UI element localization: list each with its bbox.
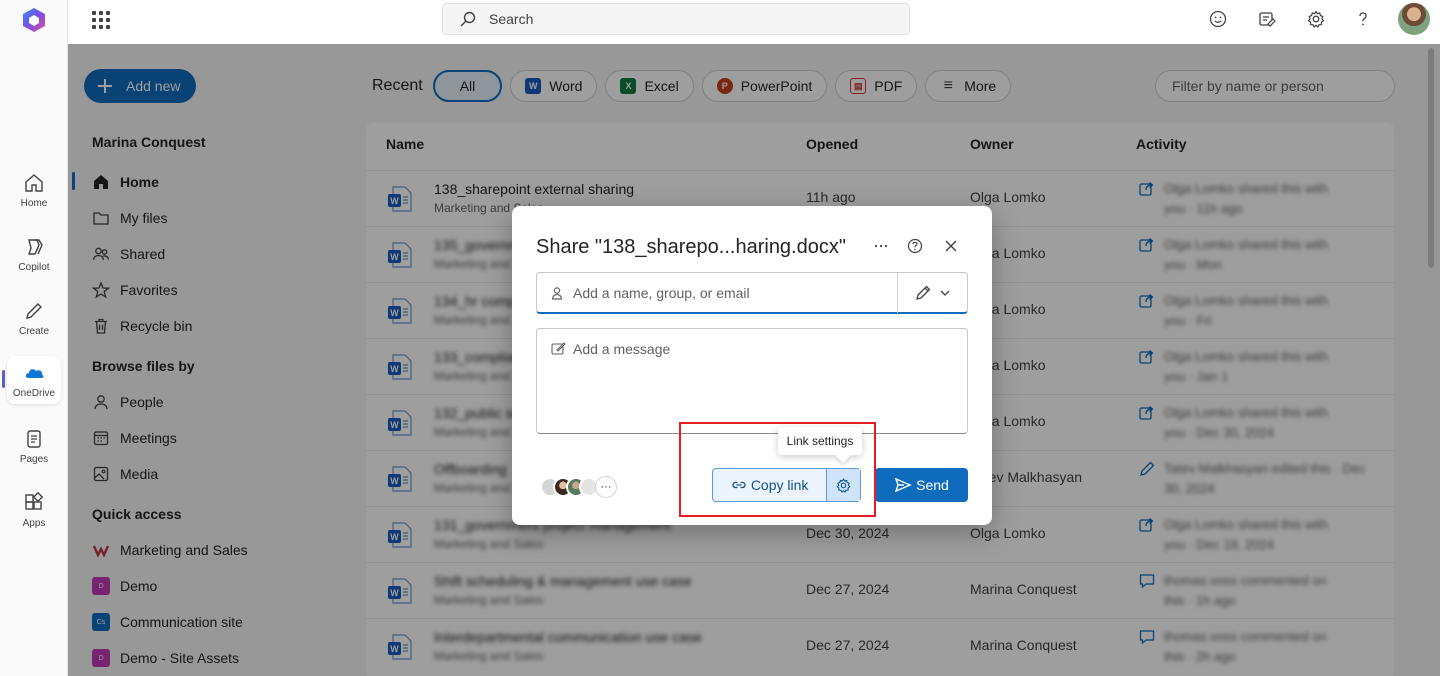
recipient-placeholder: Add a name, group, or email	[573, 284, 750, 301]
home-icon	[25, 174, 43, 192]
link-settings-tooltip: Link settings	[778, 427, 862, 455]
more-people-button[interactable]: ···	[595, 476, 617, 498]
rail-home-label: Home	[20, 198, 48, 209]
rail-create[interactable]: Create	[6, 294, 62, 346]
global-search-input[interactable]: Search	[442, 3, 910, 35]
chevron-down-icon	[940, 290, 949, 296]
settings-gear-icon[interactable]	[1306, 9, 1326, 29]
pencil-edit-icon	[915, 285, 930, 300]
rail-onedrive-label: OneDrive	[12, 388, 56, 399]
app-rail: Home Copilot Create OneDrive Pages Apps	[0, 0, 68, 676]
m365-logo-icon[interactable]	[21, 7, 47, 33]
message-placeholder: Add a message	[573, 341, 671, 357]
pages-icon	[27, 430, 41, 448]
rail-create-label: Create	[18, 326, 49, 337]
copilot-icon	[28, 239, 43, 255]
tooltip-text: Link settings	[786, 434, 854, 448]
top-bar: Search	[68, 0, 1440, 44]
rail-copilot-label: Copilot	[18, 262, 50, 273]
pen-icon	[26, 303, 42, 319]
user-avatar[interactable]	[1398, 3, 1430, 35]
rail-home[interactable]: Home	[6, 166, 62, 218]
send-icon	[894, 477, 912, 493]
help-circle-icon[interactable]	[906, 237, 924, 255]
help-icon[interactable]	[1353, 9, 1373, 29]
rail-onedrive[interactable]: OneDrive	[7, 356, 61, 404]
onedrive-icon	[25, 369, 44, 378]
permission-dropdown[interactable]	[897, 273, 967, 313]
whats-new-icon[interactable]	[1257, 9, 1277, 29]
app-launcher-icon[interactable]	[92, 11, 110, 29]
message-textarea[interactable]: Add a message	[536, 328, 968, 434]
more-options-icon[interactable]	[872, 237, 890, 255]
rail-pages[interactable]: Pages	[6, 422, 62, 474]
share-dialog-title: Share "138_sharepo...haring.docx"	[536, 236, 846, 258]
rail-copilot[interactable]: Copilot	[6, 230, 62, 282]
search-icon	[460, 11, 476, 27]
message-edit-icon	[551, 342, 566, 355]
search-placeholder: Search	[489, 11, 534, 27]
feedback-smiley-icon[interactable]	[1208, 9, 1228, 29]
rail-apps[interactable]: Apps	[6, 486, 62, 538]
send-button[interactable]: Send	[875, 468, 968, 502]
apps-icon	[25, 492, 44, 510]
person-icon	[551, 286, 563, 300]
rail-apps-label: Apps	[22, 518, 46, 529]
recipient-input[interactable]: Add a name, group, or email	[536, 272, 968, 314]
rail-active-indicator	[2, 370, 5, 388]
shared-with-avatars[interactable]: ···	[540, 476, 617, 498]
close-icon[interactable]	[942, 237, 960, 255]
rail-pages-label: Pages	[19, 454, 49, 465]
send-label: Send	[916, 477, 949, 493]
